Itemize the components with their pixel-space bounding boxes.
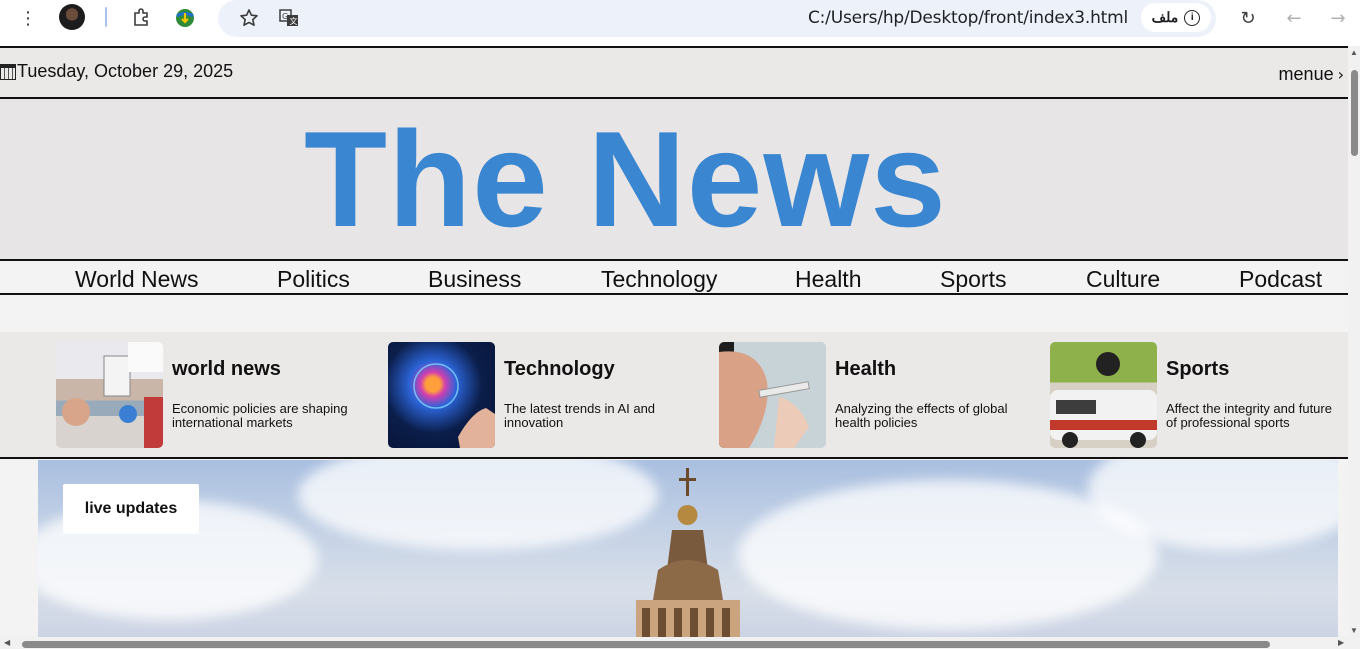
dome-tower-illustration — [636, 468, 740, 649]
download-manager-icon[interactable] — [172, 5, 198, 31]
nav-item-culture[interactable]: Culture — [1086, 266, 1160, 293]
racing-photo — [1050, 342, 1157, 448]
masthead: The News — [0, 99, 1348, 260]
nav-item-sports[interactable]: Sports — [940, 266, 1006, 293]
card-description: Affect the integrity and future of profe… — [1166, 401, 1332, 430]
chevron-right-icon: › — [1337, 65, 1344, 84]
vertical-scroll-thumb[interactable] — [1351, 70, 1358, 156]
site-info-chip[interactable]: ملف i — [1141, 3, 1211, 32]
translate-icon[interactable]: G文 — [276, 5, 302, 31]
menu-label: menue — [1278, 64, 1334, 84]
live-updates-badge[interactable]: live updates — [63, 484, 199, 534]
page: Tuesday, October 29, 2025 menue › The Ne… — [0, 46, 1348, 649]
url-text[interactable]: C:/Users/hp/Desktop/front/index3.html — [808, 8, 1128, 28]
forward-arrow-icon[interactable]: → — [1325, 5, 1351, 31]
ai-brain-photo — [388, 342, 495, 448]
card-title: Sports — [1166, 358, 1230, 380]
nav-item-podcast[interactable]: Podcast — [1239, 266, 1322, 293]
scroll-up-arrow-icon[interactable]: ▲ — [1350, 48, 1358, 57]
card-description: Analyzing the effects of global health p… — [835, 401, 1008, 430]
calendar-icon — [0, 63, 16, 80]
horizontal-scrollbar[interactable]: ◀ ▶ — [0, 637, 1360, 649]
more-options-icon[interactable]: ⋮ — [15, 5, 41, 31]
main-nav: World News Politics Business Technology … — [0, 259, 1348, 295]
cloud-shape — [298, 460, 658, 550]
profile-avatar[interactable] — [59, 4, 85, 30]
browser-toolbar: ⋮ G文 C:/Users/hp/Desktop/front/index3.ht… — [0, 0, 1360, 46]
card-title: Technology — [504, 358, 615, 380]
horizontal-scroll-thumb[interactable] — [22, 641, 1270, 648]
reload-icon[interactable]: ↻ — [1235, 5, 1261, 31]
svg-text:G: G — [282, 12, 288, 21]
back-arrow-icon[interactable]: ← — [1281, 5, 1307, 31]
scroll-right-arrow-icon[interactable]: ▶ — [1338, 638, 1344, 647]
scroll-down-arrow-icon[interactable]: ▼ — [1350, 626, 1358, 635]
card-title: Health — [835, 358, 897, 380]
vaccination-photo — [719, 342, 826, 448]
nav-item-health[interactable]: Health — [795, 266, 861, 293]
info-icon: i — [1184, 9, 1201, 26]
top-bar: Tuesday, October 29, 2025 menue › — [0, 46, 1348, 99]
nav-item-technology[interactable]: Technology — [601, 266, 717, 293]
nav-item-world-news[interactable]: World News — [75, 266, 199, 293]
card-description: Economic policies are shaping internatio… — [172, 401, 348, 430]
scroll-left-arrow-icon[interactable]: ◀ — [4, 638, 10, 647]
site-logo-title[interactable]: The News — [304, 109, 947, 249]
toolbar-divider — [105, 7, 107, 27]
date-text: Tuesday, October 29, 2025 — [17, 61, 234, 81]
site-info-label: ملف — [1151, 9, 1179, 25]
date-display: Tuesday, October 29, 2025 — [0, 61, 233, 82]
card-title: world news — [172, 358, 281, 380]
extensions-icon[interactable] — [128, 5, 154, 31]
category-cards: world news Economic policies are shaping… — [0, 332, 1348, 459]
hero-image: live updates — [38, 460, 1338, 649]
menu-button[interactable]: menue › — [1279, 64, 1344, 85]
nav-item-politics[interactable]: Politics — [277, 266, 350, 293]
vertical-scrollbar[interactable]: ▲ ▼ — [1348, 46, 1360, 637]
bookmark-star-icon[interactable] — [236, 5, 262, 31]
svg-text:文: 文 — [290, 16, 298, 26]
nav-item-business[interactable]: Business — [428, 266, 521, 293]
card-description: The latest trends in AI and innovation — [504, 401, 656, 430]
protest-photo — [56, 342, 163, 448]
